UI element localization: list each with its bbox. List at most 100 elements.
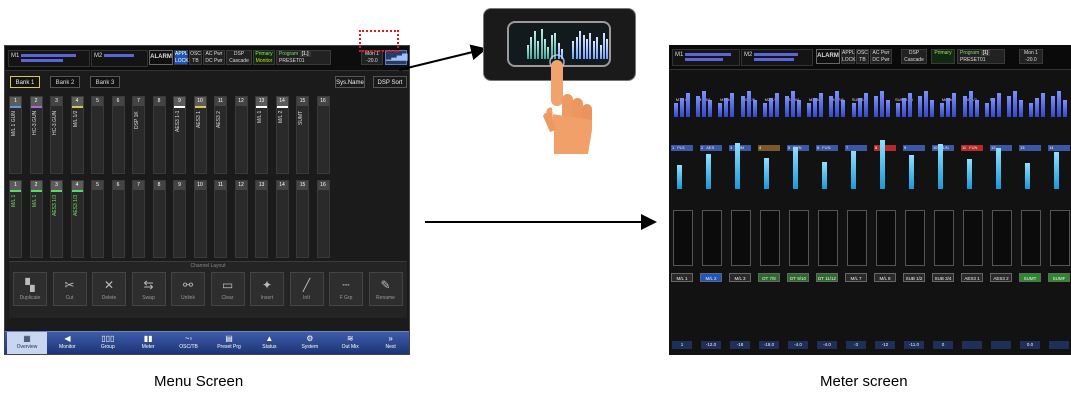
channel-header[interactable]: 12 <box>990 145 1012 151</box>
channel-header[interactable]: 11 FUN <box>961 145 983 151</box>
channel-gain-value[interactable]: -4.0 <box>788 341 808 349</box>
meter-mon-level[interactable]: Mon 1 -20.0 <box>1019 49 1043 64</box>
channel-level-bar <box>967 159 972 189</box>
channel-gain-value[interactable]: -18 <box>730 341 750 349</box>
channel-name-pill[interactable]: AES3 2 <box>990 273 1012 282</box>
level-meter-bar <box>952 93 957 117</box>
channel-name-pill[interactable]: M/L 3 <box>729 273 751 282</box>
level-meter-bar <box>962 96 967 117</box>
channel-header-number: 12 <box>991 145 996 150</box>
channel-header-number: 7 <box>846 145 849 150</box>
channel-name-pill[interactable]: SUMF <box>1048 273 1070 282</box>
channel-gain-value[interactable]: 0 <box>933 341 953 349</box>
meter-dc-label: DC Pwr <box>872 57 890 63</box>
meter-alarm-button[interactable]: ALARM <box>816 49 840 64</box>
zoom-meter-bar <box>533 31 536 59</box>
channel-header[interactable]: 7 <box>845 145 867 151</box>
channel-header-number: 9 <box>904 145 907 150</box>
meter-mon-value: -20.0 <box>1025 57 1037 63</box>
channel-header-number: 2 <box>701 145 704 150</box>
eq-curve-box[interactable] <box>731 210 751 266</box>
eq-curve-box[interactable] <box>876 210 896 266</box>
level-meter-bar <box>774 93 779 117</box>
channel-name-pill[interactable]: DT 7/8 <box>758 273 780 282</box>
channel-header[interactable]: 8 <box>874 145 896 151</box>
zoom-meter-bar <box>527 45 529 59</box>
channel-header-number: 8 <box>875 145 878 150</box>
meter-tb-label: TB <box>859 57 866 63</box>
channel-name-pill[interactable]: AES3 1 <box>961 273 983 282</box>
eq-curve-box[interactable] <box>963 210 983 266</box>
channel-gain-value[interactable] <box>991 341 1011 349</box>
channel-header-number: 5 <box>788 145 791 150</box>
channel-name-pill[interactable]: M/L 1 <box>671 273 693 282</box>
channel-level-bar <box>706 154 711 189</box>
channel-header[interactable]: 4 <box>758 145 780 151</box>
channel-gain-value[interactable]: 0.0 <box>1020 341 1040 349</box>
channel-gain-value[interactable]: -4.0 <box>817 341 837 349</box>
eq-curve-box[interactable] <box>818 210 838 266</box>
channel-header[interactable]: 14 <box>1048 145 1070 151</box>
channel-name-pill[interactable]: M/L 2 <box>700 273 722 282</box>
level-meter-bar <box>752 100 757 117</box>
channel-gain-value[interactable]: -3 <box>846 341 866 349</box>
channel-level-bar <box>880 140 885 189</box>
eq-curve-box[interactable] <box>789 210 809 266</box>
channel-header[interactable]: 9 <box>903 145 925 151</box>
meter-program[interactable]: Program [1] PRESET01 <box>957 49 1005 64</box>
level-meter-bar <box>940 103 945 117</box>
meter-appl-button[interactable]: APPL LOCK <box>841 49 856 64</box>
channel-header[interactable]: 1 PU1 <box>671 145 693 151</box>
channel-gain-value[interactable] <box>962 341 982 349</box>
meter-osc-button[interactable]: OSC TB <box>856 49 869 64</box>
finger-pointer-icon <box>543 54 592 154</box>
meter-dsp-label: DSP <box>908 50 920 56</box>
channel-gain-value[interactable]: -18.0 <box>759 341 779 349</box>
zoom-meter-bar <box>603 33 605 59</box>
eq-curve-box[interactable] <box>760 210 780 266</box>
level-meter-bar <box>791 91 795 117</box>
channel-name-pill[interactable]: M/L 8 <box>874 273 896 282</box>
eq-curve-box[interactable] <box>673 210 693 266</box>
level-meter-bar <box>1019 100 1023 117</box>
eq-curve-box[interactable] <box>934 210 954 266</box>
channel-level-bar <box>909 155 914 189</box>
channel-header[interactable]: 13 <box>1019 145 1041 151</box>
channel-gain-value[interactable]: -11.0 <box>904 341 924 349</box>
channel-level-bar <box>764 158 769 189</box>
channel-header[interactable]: 10 FUN <box>932 145 954 151</box>
level-meter-bar <box>1051 96 1056 117</box>
channel-header[interactable]: 3SUM <box>729 145 751 151</box>
level-meter-bar <box>1007 96 1011 117</box>
meter-appl-label: APPL <box>842 50 855 56</box>
level-meter-bar <box>785 96 789 117</box>
eq-curve-box[interactable] <box>905 210 925 266</box>
meter-ac-label: AC Pwr <box>872 50 890 56</box>
eq-curve-box[interactable] <box>702 210 722 266</box>
level-meter-bar <box>740 96 745 117</box>
channel-name-pill[interactable]: SUMT <box>1019 273 1041 282</box>
channel-name-pill[interactable]: DT 9/10 <box>787 273 809 282</box>
channel-name-pill[interactable]: SUB 3/4 <box>932 273 954 282</box>
level-meter-bar <box>841 100 846 117</box>
meter-m2-label: M2 <box>744 52 753 58</box>
eq-curve-box[interactable] <box>1050 210 1070 266</box>
eq-curve-box[interactable] <box>1021 210 1041 266</box>
eq-curve-box[interactable] <box>992 210 1012 266</box>
meter-dsp: DSP Cascade <box>901 49 927 64</box>
channel-header[interactable]: 2 AES <box>700 145 722 151</box>
channel-name-pill[interactable]: M/L 7 <box>845 273 867 282</box>
channel-gain-value[interactable]: -12.0 <box>701 341 721 349</box>
level-meter-bar <box>918 96 923 117</box>
channel-header[interactable]: 6 FUN <box>816 145 838 151</box>
channel-header-number: 4 <box>759 145 762 150</box>
level-meter-bar <box>990 98 995 117</box>
eq-curve-box[interactable] <box>847 210 867 266</box>
channel-gain-value[interactable] <box>1049 341 1069 349</box>
channel-header[interactable]: 5FUN <box>787 145 809 151</box>
channel-name-pill[interactable]: SUB 1/2 <box>903 273 925 282</box>
channel-name-pill[interactable]: DT 11/12 <box>816 273 838 282</box>
channel-gain-value[interactable]: -12 <box>875 341 895 349</box>
channel-gain-value[interactable]: 1 <box>672 341 692 349</box>
menu-screen-caption: Menu Screen <box>154 373 244 390</box>
